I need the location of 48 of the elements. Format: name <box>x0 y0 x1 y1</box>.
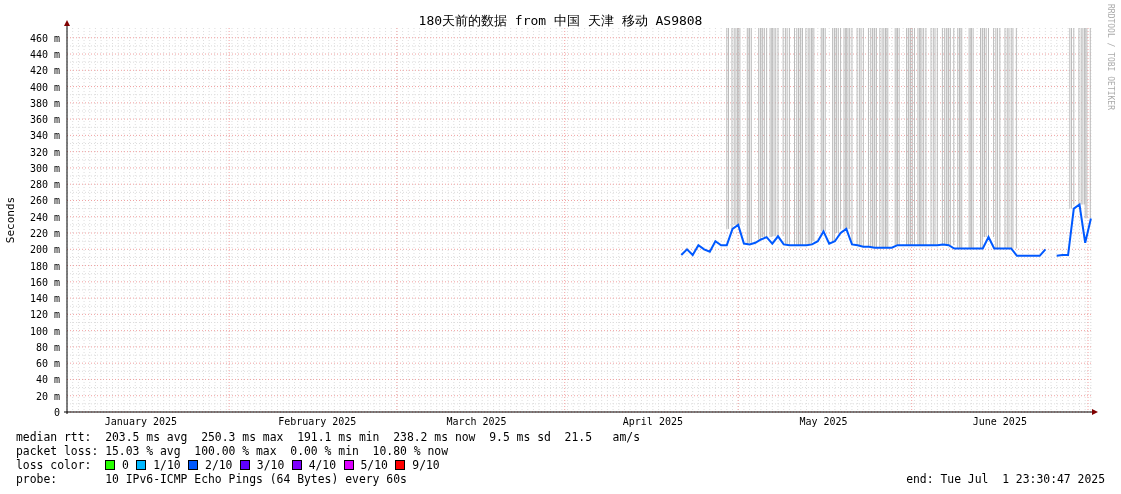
tool-credit: RRDTOOL / TOBI OETIKER <box>1105 4 1115 110</box>
x-tick-label: January 2025 <box>104 416 178 427</box>
y-tick-label: 20 m <box>35 390 60 402</box>
y-tick-label: 100 m <box>29 325 60 337</box>
chart-title: 180天前的数据 from 中国 天津 移动 AS9808 <box>418 12 703 30</box>
y-tick-label: 400 m <box>29 81 60 93</box>
y-tick-label: 160 m <box>29 276 60 288</box>
x-tick-label: March 2025 <box>446 416 507 427</box>
y-tick-label: 200 m <box>29 244 60 256</box>
y-tick-label: 40 m <box>35 374 60 386</box>
y-tick-label: 380 m <box>29 97 60 109</box>
y-tick-label: 360 m <box>29 114 60 126</box>
loss-level: 9/10 <box>412 458 440 472</box>
y-tick-label: 80 m <box>35 341 60 353</box>
y-tick-label: 340 m <box>29 130 60 142</box>
legend-label: packet loss: <box>16 444 100 458</box>
y-tick-label: 300 m <box>29 162 60 174</box>
loss-level: 4/10 <box>308 458 337 472</box>
legend-values: 203.5 ms avg 250.3 ms max 191.1 ms min 238.2 ms now 9.5 ms sd 21.5 am/s <box>105 430 641 444</box>
y-tick-label: 460 m <box>29 32 60 44</box>
y-tick-label: 140 m <box>29 293 60 305</box>
y-tick-label: 320 m <box>29 146 60 158</box>
x-tick-label: June 2025 <box>972 416 1027 427</box>
y-tick-label: 220 m <box>29 228 60 239</box>
legend-values: 15.03 % avg 100.00 % max 0.00 % min 10.80 % now <box>105 444 449 458</box>
y-tick-label: 280 m <box>29 179 60 191</box>
y-tick-label: 240 m <box>29 211 60 223</box>
probe-text: 10 IPv6-ICMP Echo Pings (64 Bytes) every 60s <box>105 472 407 486</box>
y-tick-label: 0 <box>53 407 60 418</box>
loss-level: 0 <box>122 458 129 472</box>
legend-label: probe: <box>16 472 59 486</box>
x-tick-label: February 2025 <box>278 416 357 427</box>
loss-level: 5/10 <box>360 458 388 472</box>
y-tick-label: 440 m <box>29 49 60 61</box>
end-time: end: Tue Jul 1 23:30:47 2025 <box>906 472 1105 486</box>
y-tick-label: 60 m <box>35 358 60 370</box>
y-tick-label: 260 m <box>29 195 60 207</box>
y-tick-label: 120 m <box>29 309 60 321</box>
loss-level: 2/10 <box>205 458 233 472</box>
loss-level: 1/10 <box>153 458 181 472</box>
y-tick-label: 180 m <box>29 260 60 272</box>
y-tick-label: 420 m <box>29 65 60 77</box>
loss-level: 3/10 <box>256 458 285 472</box>
y-axis-title: Seconds <box>4 196 17 244</box>
x-tick-label: May 2025 <box>799 416 848 427</box>
legend-label: loss color: <box>16 458 93 472</box>
x-tick-label: April 2025 <box>622 416 683 427</box>
legend-label: median rtt: <box>16 430 93 444</box>
